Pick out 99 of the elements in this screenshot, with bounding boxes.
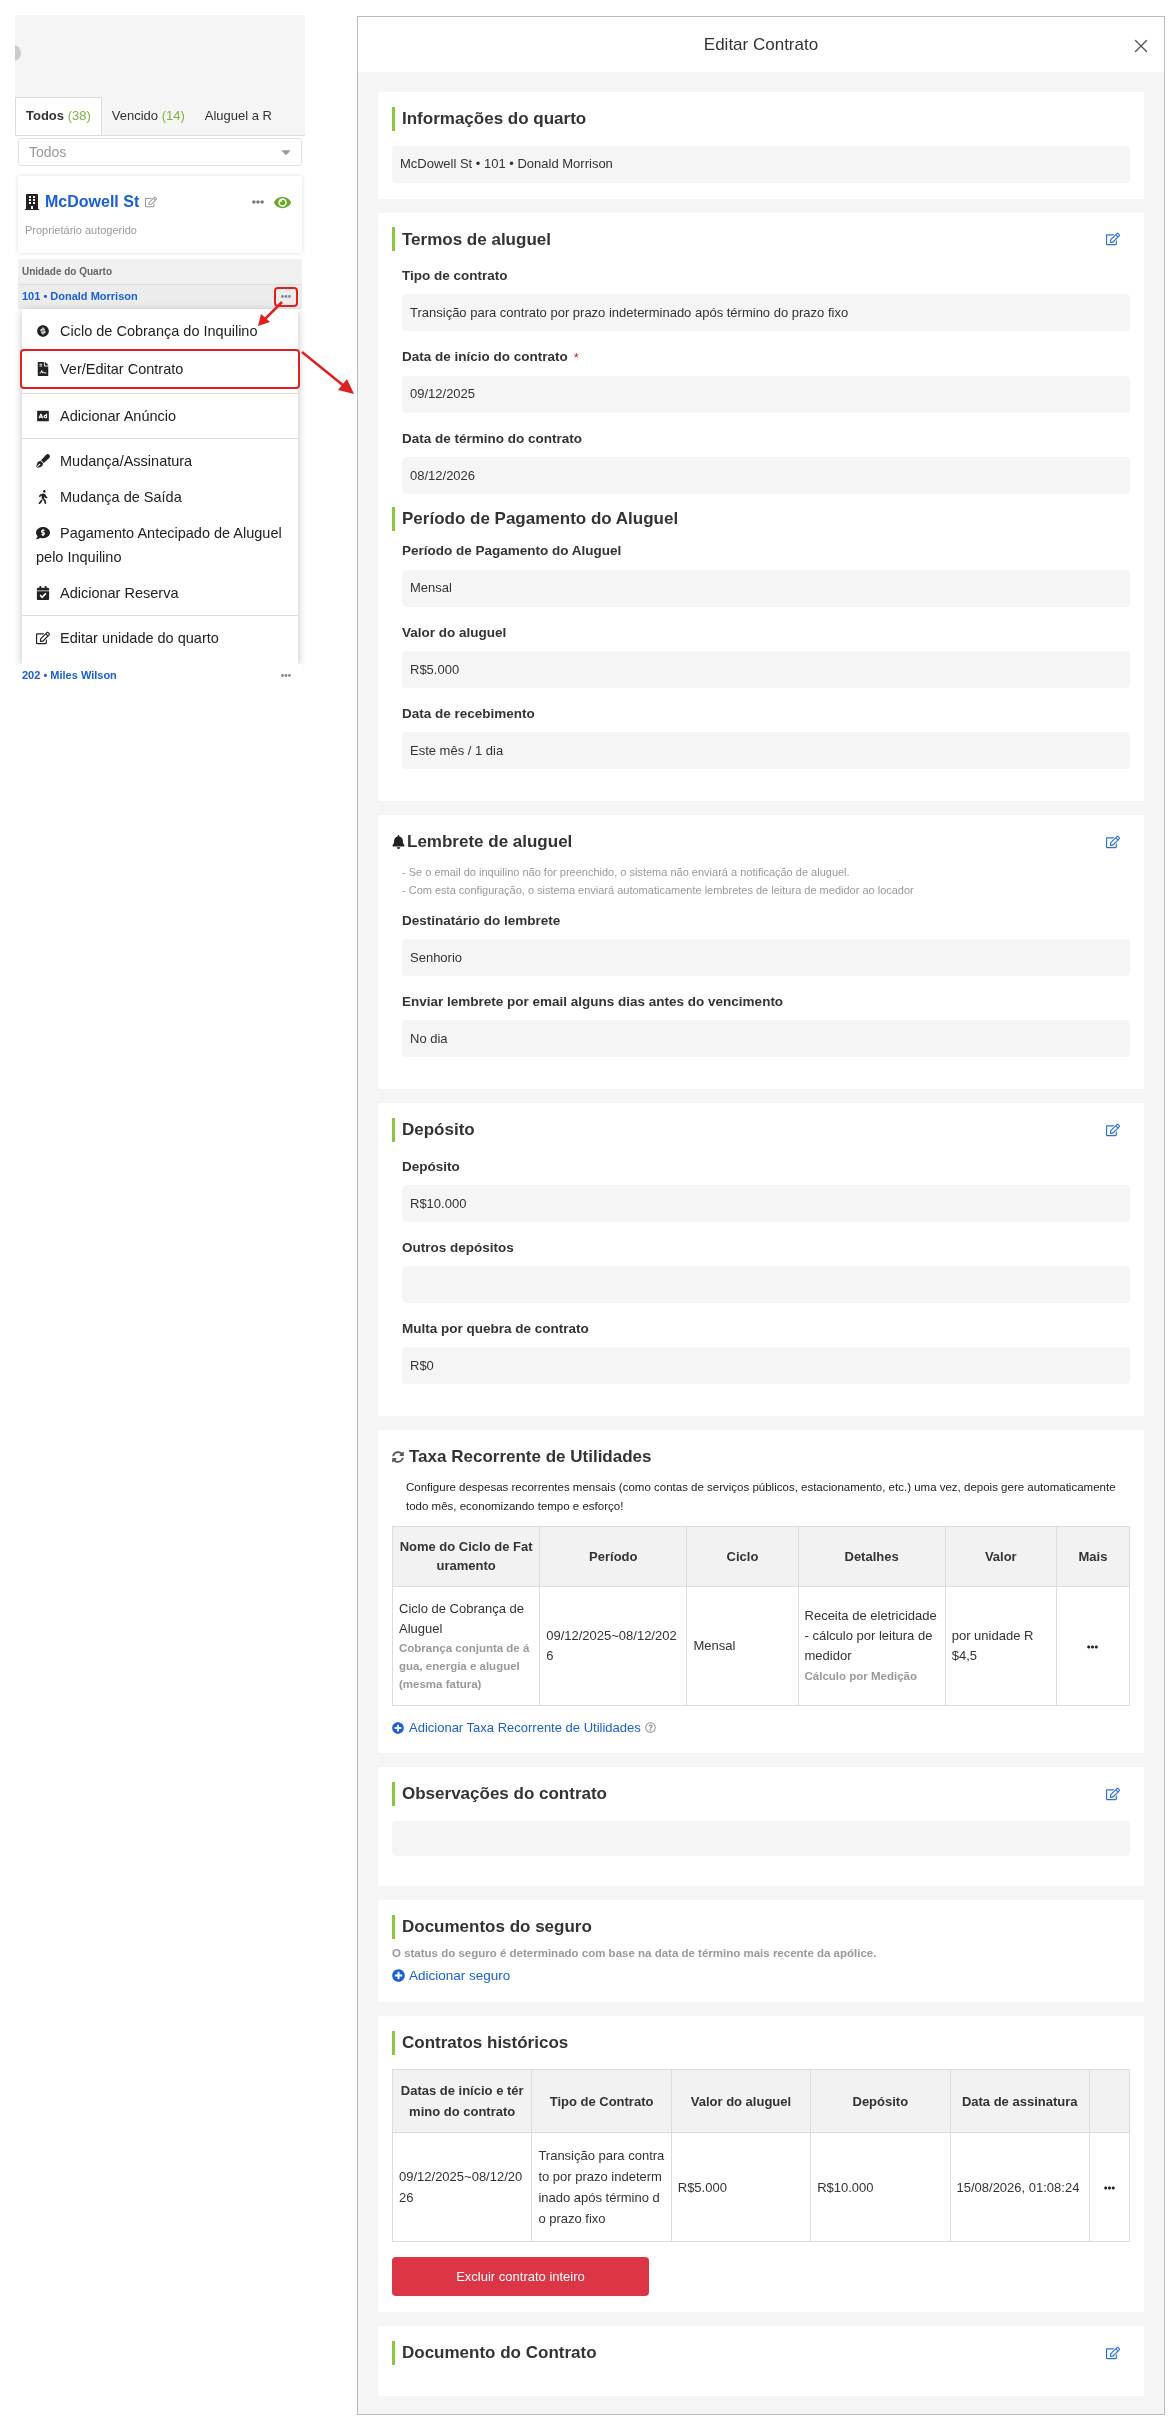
field-label: Data de início do contrato	[402, 348, 568, 367]
filter-tab[interactable]: Aluguel a R	[194, 97, 282, 135]
column-header: Data de assinatura	[950, 2069, 1090, 2133]
table-cell: 15/08/2026, 01:08:24	[950, 2132, 1090, 2242]
column-header: Datas de início e término do contrato	[392, 2069, 532, 2133]
edit-icon[interactable]	[1106, 1122, 1120, 1137]
field-label: Outros depósitos	[402, 1238, 514, 1257]
table-cell: Ciclo de Cobrança de Aluguel Cobrança conjunta de água, energia e aluguel (mesma fatura)	[392, 1586, 540, 1706]
menu-item[interactable]: Ciclo de Cobrança do Inquilino	[22, 312, 298, 349]
section-title: Informações do quarto	[402, 108, 587, 130]
edit-icon[interactable]	[145, 194, 158, 210]
filter-tab[interactable]: Todos (38)	[15, 97, 102, 135]
field-label: Depósito	[402, 1157, 460, 1176]
hint-text: - Se o email do inquilino não for preenchido, o sistema não enviará a notificação de aluguel.	[402, 864, 851, 880]
menu-item[interactable]: Ver/Editar Contrato	[20, 348, 300, 389]
section-title: Documento do Contrato	[402, 2342, 597, 2365]
units-header: Unidade do Quarto	[18, 258, 302, 285]
add-link[interactable]: Adicionar seguro	[409, 1965, 511, 1986]
ad-icon	[36, 408, 50, 423]
column-header: Tipo de Contrato	[531, 2069, 672, 2133]
field-label: Data de término do contrato	[402, 429, 582, 448]
read-only-field: Senhorio	[402, 938, 1130, 976]
table-cell: R$10.000	[810, 2132, 950, 2242]
read-only-field: R$5.000	[402, 650, 1130, 688]
column-header: Nome do Ciclo de Faturamento	[392, 1526, 540, 1587]
read-only-field: Transição para contrato por prazo indeterminado após término do prazo fixo	[402, 294, 1130, 332]
edit-icon	[36, 630, 50, 645]
add-icon	[392, 1721, 404, 1734]
field-label: Destinatário do lembrete	[402, 911, 561, 930]
field-label: Tipo de contrato	[402, 267, 508, 285]
section-title: Observações do contrato	[402, 1783, 607, 1806]
help-icon[interactable]	[644, 1722, 656, 1733]
dollar-speech-bubble-icon	[36, 525, 50, 540]
menu-item[interactable]: Mudança/Assinatura	[22, 442, 298, 479]
add-icon	[392, 1969, 405, 1983]
building-icon	[25, 194, 39, 210]
field-label: Multa por quebra de contrato	[402, 1320, 589, 1338]
menu-item[interactable]: Pagamento Antecipado de Aluguel pelo Inquilino	[22, 514, 298, 575]
menu-item[interactable]: Mudança de Saída	[22, 478, 298, 515]
property-subtitle: Proprietário autogerido	[25, 223, 138, 238]
required-mark: *	[573, 348, 579, 367]
read-only-field: Mensal	[402, 569, 1130, 607]
table-cell: 09/12/2025~08/12/2026	[392, 2132, 532, 2242]
section-title: Termos de aluguel	[402, 228, 551, 251]
read-only-field: 09/12/2025	[402, 375, 1130, 413]
property-name[interactable]: McDowell St	[45, 190, 140, 214]
hint-text: - Com esta configuração, o sistema enviará automaticamente lembretes de leitura de medidor ao locador	[402, 882, 915, 898]
column-header: Mais	[1056, 1526, 1130, 1587]
read-only-field: R$0	[402, 1347, 1130, 1385]
read-only-field: R$10.000	[402, 1184, 1130, 1222]
field-label: Período de Pagamento do Aluguel	[402, 542, 622, 561]
modal-title: Editar Contrato	[703, 33, 819, 56]
section-title: Contratos históricos	[402, 2031, 569, 2054]
column-header: Valor do aluguel	[671, 2069, 811, 2133]
field-label: Valor do aluguel	[402, 623, 507, 642]
menu-item[interactable]: Adicionar Anúncio	[22, 397, 298, 434]
unit-row[interactable]: 101 • Donald Morrison	[18, 284, 302, 309]
section-title: Documentos do seguro	[402, 1915, 592, 1938]
table-cell: Mensal	[686, 1586, 798, 1706]
more-button[interactable]	[274, 286, 298, 307]
edit-icon[interactable]	[1106, 232, 1120, 247]
delete-contract-button[interactable]: Excluir contrato inteiro	[392, 2257, 649, 2297]
field-label: Data de recebimento	[402, 704, 535, 723]
menu-item[interactable]: Adicionar Reserva	[22, 574, 298, 611]
table-cell: R$5.000	[671, 2132, 811, 2242]
subsection-title: Período de Pagamento do Aluguel	[402, 507, 679, 530]
read-only-field: 08/12/2026	[402, 456, 1130, 494]
annotation-arrow	[255, 300, 285, 328]
read-only-field: No dia	[402, 1020, 1130, 1057]
section-title: Lembrete de aluguel	[407, 831, 573, 853]
pen-icon	[36, 453, 50, 468]
table-cell: Receita de eletricidade - cálculo por leitura de medidor Cálculo por Medição	[798, 1586, 946, 1706]
calendar-check-icon	[36, 585, 50, 600]
edit-icon[interactable]	[1106, 2346, 1120, 2360]
table-cell: Transição para contrato por prazo indeterminado após término do prazo fixo	[531, 2132, 672, 2242]
menu-item[interactable]: Editar unidade do quarto	[22, 619, 298, 656]
hint-text: O status do seguro é determinado com base na data de término mais recente da apólice.	[392, 1946, 878, 1962]
section-title: Depósito	[402, 1119, 475, 1141]
refresh-icon	[392, 1451, 404, 1463]
read-only-field: Este mês / 1 dia	[402, 732, 1130, 769]
annotation-arrow	[300, 350, 356, 396]
read-only-field: McDowell St • 101 • Donald Morrison	[392, 145, 1130, 183]
column-header: Detalhes	[798, 1526, 946, 1587]
add-link[interactable]: Adicionar Taxa Recorrente de Utilidades	[409, 1717, 641, 1738]
filter-tab[interactable]: Vencido (14)	[101, 97, 195, 135]
column-header: Período	[539, 1526, 687, 1587]
walking-person-icon	[36, 489, 50, 504]
edit-icon[interactable]	[1106, 1787, 1120, 1801]
column-header: Valor	[945, 1526, 1057, 1587]
edit-icon[interactable]	[1106, 834, 1120, 849]
table-cell: por unidade R$4,5	[945, 1586, 1057, 1706]
table-cell: 09/12/2025~08/12/2026	[539, 1586, 687, 1706]
description-text: Configure despesas recorrentes mensais (como contas de serviços públicos, estacionamento, etc.) uma vez, depois gere automaticamente todo mês, economizando tempo e esforço!	[405, 1479, 1117, 1514]
bell-icon	[392, 834, 405, 849]
document-icon	[36, 361, 50, 376]
field-label: Enviar lembrete por email alguns dias antes do vencimento	[402, 992, 784, 1011]
section-title: Taxa Recorrente de Utilidades	[409, 1446, 652, 1469]
column-header: Depósito	[810, 2069, 950, 2133]
column-header: Ciclo	[686, 1526, 798, 1587]
